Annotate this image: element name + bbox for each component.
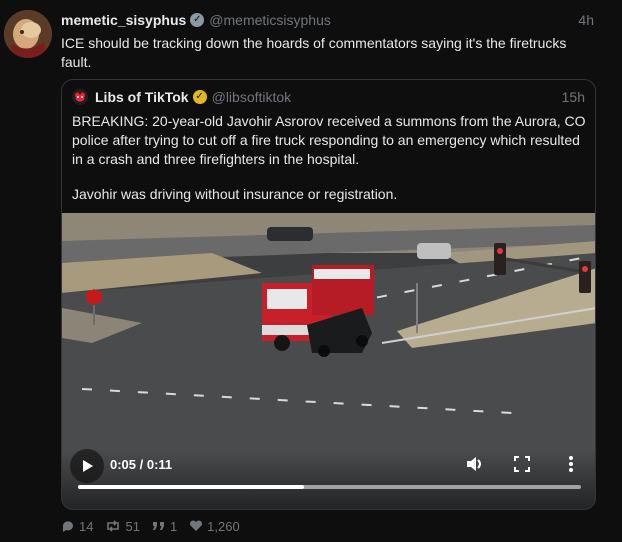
video-progress-fill: [78, 485, 305, 489]
quoted-paragraph: Javohir was driving without insurance or…: [72, 186, 398, 202]
video-player[interactable]: 0:05 / 0:11: [62, 213, 595, 509]
timestamp[interactable]: 4h: [578, 12, 594, 28]
avatar-image: [4, 10, 52, 58]
quoted-timestamp[interactable]: 15h: [562, 89, 585, 105]
quote-count: 1: [169, 518, 178, 534]
like-button[interactable]: 1,260: [189, 519, 240, 534]
reply-icon: [62, 521, 73, 532]
quoted-avatar-image: [72, 89, 88, 105]
author-handle[interactable]: @memeticsisyphus: [209, 12, 331, 28]
repost-icon: [107, 520, 120, 532]
quoted-tweet-header: Libs of TikTok ✓ @libsoftiktok 15h: [72, 88, 585, 106]
volume-icon: [467, 457, 481, 471]
repost-button[interactable]: 51: [105, 518, 140, 534]
tweet-header: memetic_sisyphus ✓ @memeticsisyphus 4h: [61, 11, 594, 29]
quoted-tweet[interactable]: Libs of TikTok ✓ @libsoftiktok 15h BREAK…: [61, 79, 596, 510]
quoted-author-handle[interactable]: @libsoftiktok: [212, 89, 292, 105]
action-bar: 14 51 1 1,260: [61, 517, 252, 535]
quoted-author-name[interactable]: Libs of TikTok: [95, 89, 189, 105]
verified-badge-icon: ✓: [190, 13, 205, 27]
tweet: memetic_sisyphus ✓ @memeticsisyphus 4h I…: [0, 0, 622, 542]
fullscreen-button[interactable]: [511, 453, 533, 475]
quote-icon: [152, 522, 164, 530]
play-button[interactable]: [70, 449, 104, 483]
quoted-tweet-text: BREAKING: 20-year-old Javohir Asrorov re…: [72, 112, 587, 204]
quoted-avatar[interactable]: [72, 89, 88, 105]
reply-button[interactable]: 14: [61, 519, 93, 534]
video-time: 0:05 / 0:11: [110, 457, 173, 472]
like-count: 1,260: [207, 518, 240, 534]
repost-count: 51: [125, 518, 140, 534]
reply-count: 14: [79, 518, 94, 534]
quoted-paragraph: BREAKING: 20-year-old Javohir Asrorov re…: [72, 113, 586, 167]
fullscreen-icon: [514, 456, 530, 472]
gold-verified-badge-icon: ✓: [192, 90, 207, 104]
author-name[interactable]: memetic_sisyphus: [61, 12, 186, 28]
video-progress-bar[interactable]: [78, 485, 581, 489]
more-options-button[interactable]: [560, 453, 582, 475]
more-icon: [569, 456, 573, 472]
avatar[interactable]: [4, 10, 52, 58]
play-icon: [83, 460, 93, 472]
volume-button[interactable]: [464, 453, 486, 475]
tweet-text: ICE should be tracking down the hoards o…: [61, 35, 567, 70]
like-icon: [190, 520, 203, 531]
quote-button[interactable]: 1: [152, 519, 177, 534]
